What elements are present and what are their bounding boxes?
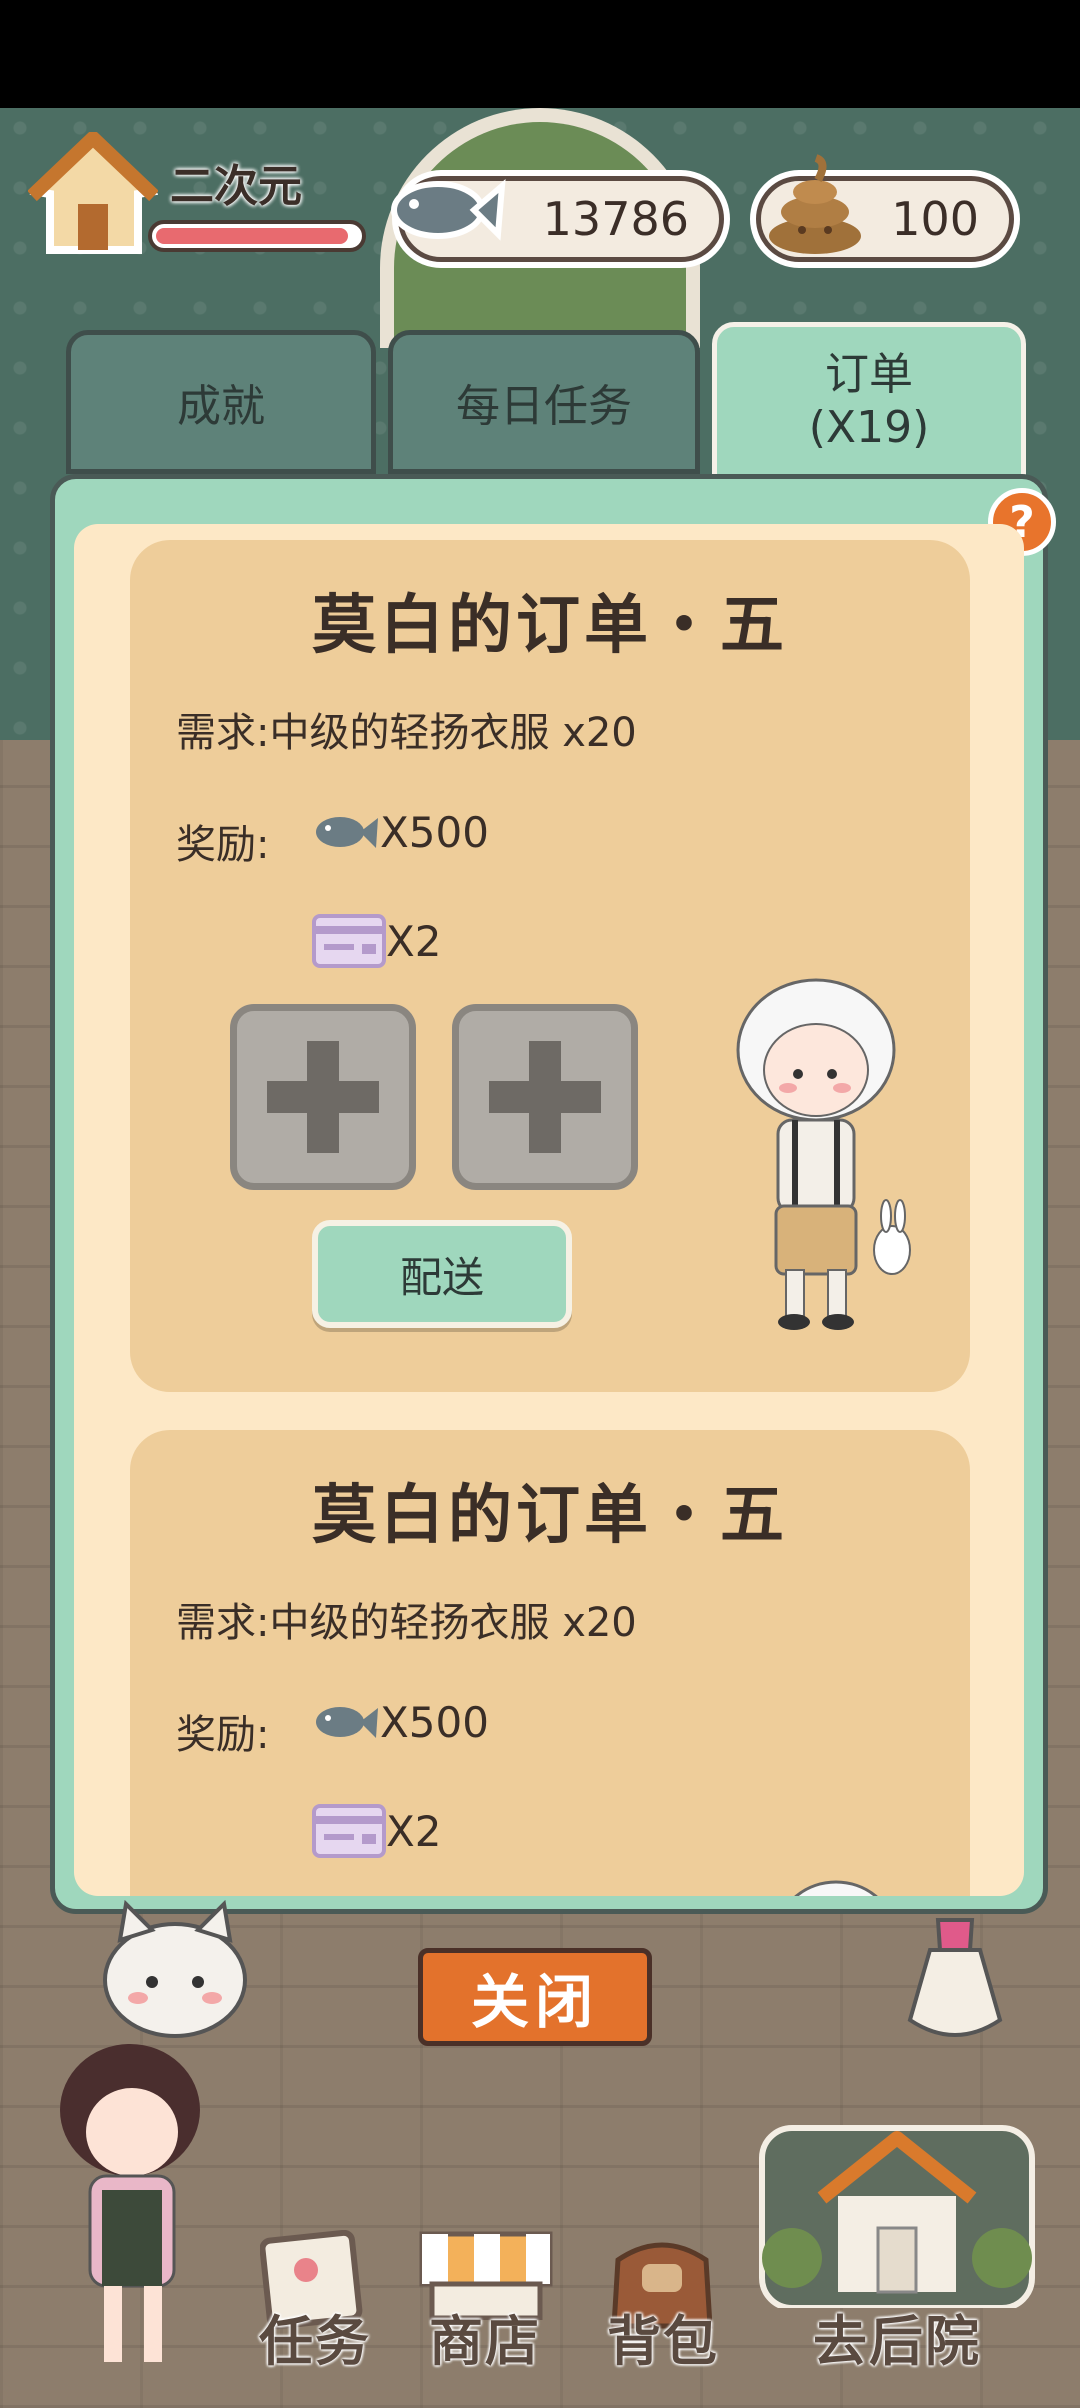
character-mobai: [794, 1880, 878, 1896]
reward-label: 奖励:: [176, 822, 270, 868]
reward-card: X2: [312, 1804, 442, 1858]
tab-label: 成就: [177, 381, 265, 432]
reward-card-amount: X2: [386, 1806, 442, 1856]
order-card: 莫白的订单・五 需求:中级的轻扬衣服 x20 奖励: X500 X2: [130, 540, 970, 1392]
order-title: 莫白的订单・五: [312, 589, 788, 663]
health-bar-fill: [156, 228, 348, 244]
add-item-slot-2[interactable]: [452, 1004, 638, 1190]
potion-bottle-decoration: [907, 1918, 1003, 2037]
nav-backyard-button[interactable]: 去后院: [752, 2108, 1042, 2376]
order-requirement: 需求:中级的轻扬衣服 x20: [176, 710, 637, 756]
reward-card: X2: [312, 914, 442, 968]
player-name: 二次元: [170, 161, 302, 212]
order-card: 莫白的订单・五 需求:中级的轻扬衣服 x20 奖励: X500 X2: [130, 1430, 970, 1896]
tab-label: 每日任务: [456, 381, 632, 432]
reward-fish: X500: [310, 1692, 489, 1752]
fish-count: 13786: [542, 192, 689, 246]
girl-decoration: [60, 2044, 200, 2362]
reward-card-amount: X2: [386, 916, 442, 966]
nav-bag-button[interactable]: 背包: [588, 2230, 738, 2376]
backyard-house-icon: [759, 2125, 1035, 2308]
cat-decoration: [103, 1900, 247, 2038]
tab-order-count: (X19): [808, 402, 930, 453]
nav-shop-button[interactable]: 商店: [410, 2230, 560, 2376]
tab-achievements[interactable]: 成就: [66, 330, 376, 474]
nav-label: 任务: [259, 2310, 371, 2373]
health-bar: [148, 220, 366, 252]
poop-count: 100: [891, 192, 979, 246]
nav-label: 背包: [607, 2310, 719, 2373]
reward-fish-amount: X500: [380, 1697, 489, 1747]
order-requirement: 需求:中级的轻扬衣服 x20: [176, 1600, 637, 1646]
tab-daily-tasks[interactable]: 每日任务: [388, 330, 700, 474]
reward-label: 奖励:: [176, 1712, 270, 1758]
add-item-slot-1[interactable]: [230, 1004, 416, 1190]
nav-label: 去后院: [813, 2310, 981, 2373]
orders-list[interactable]: 莫白的订单・五 需求:中级的轻扬衣服 x20 奖励: X500 X2 配送 莫白…: [74, 524, 1024, 1896]
house-icon[interactable]: [28, 132, 158, 256]
character-mobai: [736, 978, 911, 1330]
card-ticket-icon: [312, 1804, 386, 1858]
order-title: 莫白的订单・五: [312, 1479, 788, 1553]
nav-tasks-button[interactable]: 任务: [240, 2230, 390, 2376]
nav-label: 商店: [429, 2310, 541, 2373]
status-bar: [0, 0, 1080, 108]
close-button[interactable]: 关闭: [418, 1948, 652, 2046]
deliver-button[interactable]: 配送: [312, 1220, 572, 1328]
fish-icon: [391, 178, 506, 241]
tab-label: 订单: [825, 349, 913, 401]
poop-icon: [769, 154, 861, 254]
fish-icon: [316, 817, 378, 848]
fish-icon: [316, 1707, 378, 1738]
reward-fish: X500: [310, 802, 489, 862]
tab-orders[interactable]: 订单 (X19): [712, 322, 1026, 482]
card-ticket-icon: [312, 914, 386, 968]
reward-fish-amount: X500: [380, 807, 489, 857]
